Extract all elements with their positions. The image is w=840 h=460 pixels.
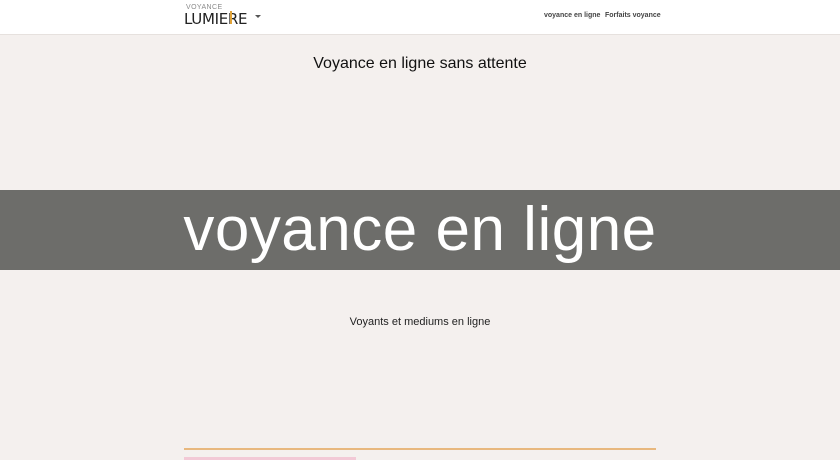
site-logo[interactable]: VOYANCE LUMIERE [184, 4, 248, 30]
logo-main-text: LUMIERE [184, 10, 248, 28]
page: VOYANCE LUMIERE voyance en ligne Forfait… [0, 0, 840, 460]
section-subtitle: Voyants et mediums en ligne [349, 316, 491, 328]
hero-banner-text: voyance en ligne [183, 195, 657, 264]
nav-link-forfaits-voyance[interactable]: Forfaits voyance [605, 12, 661, 19]
chevron-down-icon[interactable] [255, 15, 261, 18]
nav-link-voyance-en-ligne[interactable]: voyance en ligne [544, 12, 600, 19]
hero-banner: voyance en ligne [0, 190, 840, 270]
divider-line [184, 448, 656, 450]
page-title: Voyance en ligne sans attente [313, 55, 527, 72]
logo-accent-mark [230, 11, 232, 24]
top-navigation-bar: VOYANCE LUMIERE voyance en ligne Forfait… [0, 0, 840, 35]
